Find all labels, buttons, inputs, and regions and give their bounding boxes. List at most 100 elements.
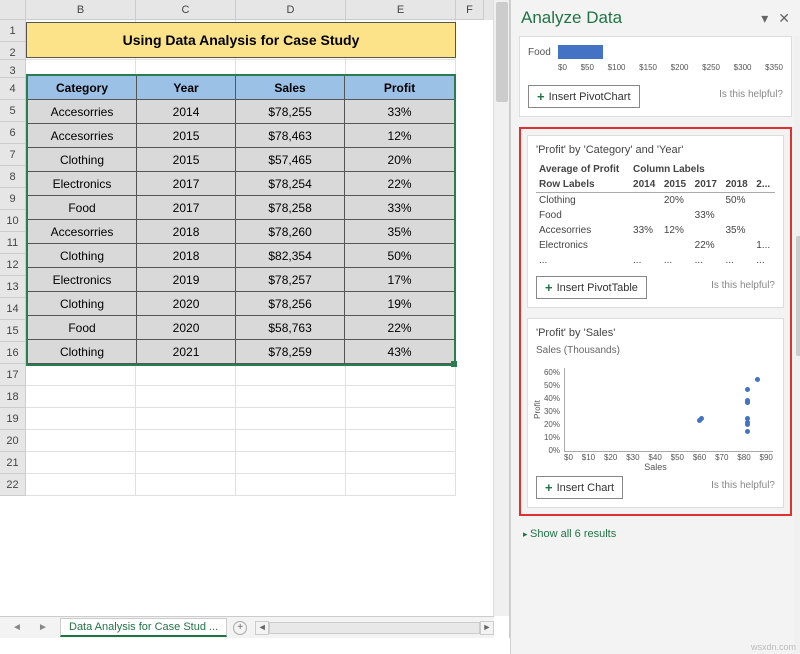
cell[interactable] [136, 364, 236, 386]
table-cell[interactable]: 2020 [137, 292, 236, 315]
table-cell[interactable]: Food [28, 196, 137, 219]
table-row[interactable]: Food2017$78,25833% [28, 196, 454, 220]
sheet-vertical-scrollbar[interactable] [493, 0, 509, 616]
row-header-13[interactable]: 13 [0, 276, 26, 298]
table-cell[interactable]: 2019 [137, 268, 236, 291]
table-cell[interactable]: Food [28, 316, 137, 339]
table-cell[interactable]: Clothing [28, 340, 137, 363]
row-header-8[interactable]: 8 [0, 166, 26, 188]
col-header-C[interactable]: C [136, 0, 236, 20]
cell[interactable] [136, 474, 236, 496]
cell[interactable] [236, 474, 346, 496]
horizontal-scrollbar[interactable] [269, 622, 480, 634]
new-sheet-button[interactable]: + [233, 621, 247, 635]
cell[interactable] [456, 320, 484, 342]
pane-collapse-icon[interactable]: ▾ [761, 10, 768, 27]
helpful-link[interactable]: Is this helpful? [711, 280, 775, 291]
table-cell[interactable]: 50% [345, 244, 454, 267]
sheet-tab-active[interactable]: Data Analysis for Case Stud ... [60, 618, 227, 637]
hscroll-left-icon[interactable]: ◄ [255, 621, 269, 635]
helpful-link[interactable]: Is this helpful? [719, 89, 783, 100]
table-cell[interactable]: 2020 [137, 316, 236, 339]
row-header-12[interactable]: 12 [0, 254, 26, 276]
cell[interactable] [26, 452, 136, 474]
row-header-5[interactable]: 5 [0, 100, 26, 122]
table-row[interactable]: Accesorries2015$78,46312% [28, 124, 454, 148]
cell[interactable] [136, 408, 236, 430]
table-row[interactable]: Clothing2021$78,25943% [28, 340, 454, 364]
cell[interactable] [346, 474, 456, 496]
table-header-year[interactable]: Year [137, 76, 236, 99]
cell[interactable] [136, 430, 236, 452]
pane-close-icon[interactable]: ✕ [778, 10, 790, 27]
table-cell[interactable]: $78,256 [236, 292, 345, 315]
cell[interactable] [346, 408, 456, 430]
cell[interactable] [346, 452, 456, 474]
cell[interactable] [456, 188, 484, 210]
table-row[interactable]: Clothing2018$82,35450% [28, 244, 454, 268]
row-header-1[interactable]: 1 [0, 20, 26, 42]
table-cell[interactable]: $78,257 [236, 268, 345, 291]
hscroll-right-icon[interactable]: ► [480, 621, 494, 635]
cell[interactable] [456, 342, 484, 364]
cell[interactable] [456, 276, 484, 298]
row-header-22[interactable]: 22 [0, 474, 26, 496]
table-cell[interactable]: $78,258 [236, 196, 345, 219]
cell[interactable] [136, 386, 236, 408]
tab-nav-arrows[interactable]: ◄ ► [0, 622, 60, 633]
table-header-sales[interactable]: Sales [236, 76, 345, 99]
cell[interactable] [236, 452, 346, 474]
table-cell[interactable]: $78,254 [236, 172, 345, 195]
cell[interactable] [456, 60, 484, 78]
row-header-10[interactable]: 10 [0, 210, 26, 232]
cell[interactable] [26, 364, 136, 386]
cell[interactable] [26, 386, 136, 408]
table-cell[interactable]: Accesorries [28, 220, 137, 243]
row-header-18[interactable]: 18 [0, 386, 26, 408]
cell[interactable] [456, 298, 484, 320]
table-cell[interactable]: 2018 [137, 220, 236, 243]
table-cell[interactable]: 2017 [137, 172, 236, 195]
row-header-20[interactable]: 20 [0, 430, 26, 452]
row-header-21[interactable]: 21 [0, 452, 26, 474]
row-header-6[interactable]: 6 [0, 122, 26, 144]
cell[interactable] [456, 210, 484, 232]
selection-handle[interactable] [451, 361, 457, 367]
cell[interactable] [456, 42, 484, 60]
data-table-selection[interactable]: Category Year Sales Profit Accesorries20… [26, 74, 456, 366]
cell[interactable] [456, 100, 484, 122]
cell[interactable] [456, 386, 484, 408]
table-cell[interactable]: Accesorries [28, 124, 137, 147]
table-cell[interactable]: 2017 [137, 196, 236, 219]
row-header-3[interactable]: 3 [0, 60, 26, 78]
cell[interactable] [456, 232, 484, 254]
table-cell[interactable]: 35% [345, 220, 454, 243]
table-cell[interactable]: Electronics [28, 172, 137, 195]
cell[interactable] [456, 364, 484, 386]
table-row[interactable]: Electronics2019$78,25717% [28, 268, 454, 292]
table-row[interactable]: Electronics2017$78,25422% [28, 172, 454, 196]
table-cell[interactable]: 2021 [137, 340, 236, 363]
table-cell[interactable]: $78,259 [236, 340, 345, 363]
table-cell[interactable]: 22% [345, 172, 454, 195]
cell[interactable] [456, 20, 484, 42]
table-header-profit[interactable]: Profit [345, 76, 454, 99]
row-header-16[interactable]: 16 [0, 342, 26, 364]
table-cell[interactable]: 2018 [137, 244, 236, 267]
row-header-14[interactable]: 14 [0, 298, 26, 320]
cell[interactable] [456, 122, 484, 144]
cell[interactable] [456, 408, 484, 430]
table-cell[interactable]: $58,763 [236, 316, 345, 339]
table-cell[interactable]: $57,465 [236, 148, 345, 171]
row-header-11[interactable]: 11 [0, 232, 26, 254]
row-header-19[interactable]: 19 [0, 408, 26, 430]
cell[interactable] [26, 408, 136, 430]
table-cell[interactable]: Clothing [28, 148, 137, 171]
table-cell[interactable]: Electronics [28, 268, 137, 291]
tab-nav-next-icon[interactable]: ► [38, 622, 48, 633]
row-header-2[interactable]: 2 [0, 42, 26, 60]
scrollbar-thumb[interactable] [796, 236, 800, 356]
col-header-D[interactable]: D [236, 0, 346, 20]
cell[interactable] [236, 408, 346, 430]
table-cell[interactable]: 19% [345, 292, 454, 315]
